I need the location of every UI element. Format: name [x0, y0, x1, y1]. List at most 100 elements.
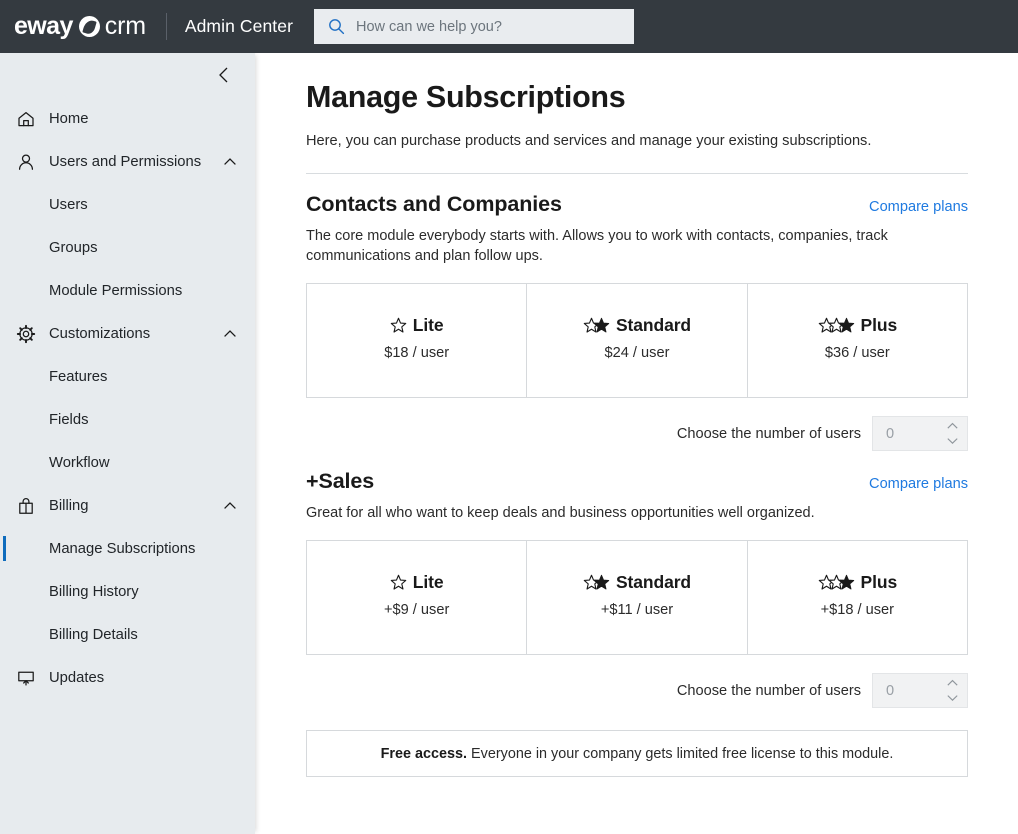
app-name-label: Admin Center	[184, 16, 294, 36]
sidebar-item-billing-details[interactable]: Billing Details	[0, 613, 255, 656]
sidebar-item-label: Billing Details	[49, 626, 138, 643]
section-title: Contacts and Companies	[306, 192, 562, 216]
plan-card-row: Lite $18 / user Standard $24 / user Plus $36 …	[306, 283, 968, 398]
sidebar-item-billing-history[interactable]: Billing History	[0, 570, 255, 613]
sidebar-item-customizations[interactable]: Customizations	[0, 312, 255, 355]
plan-card-lite[interactable]: Lite +$9 / user	[307, 541, 528, 654]
sidebar-item-users[interactable]: Users	[0, 183, 255, 226]
stepper-decrement-button[interactable]	[945, 434, 961, 449]
page-title: Manage Subscriptions	[306, 80, 626, 114]
chevron-down-icon	[947, 438, 958, 445]
user-count-label: Choose the number of users	[676, 425, 861, 442]
plan-tier-stars	[583, 315, 610, 335]
topbar-divider	[165, 13, 167, 40]
chevron-up-icon	[224, 157, 236, 165]
app-logo[interactable]: eway crm	[14, 0, 146, 53]
sidebar-item-label: Billing History	[49, 583, 139, 600]
plan-tier-stars	[583, 572, 610, 592]
plan-card-standard[interactable]: Standard +$11 / user	[527, 541, 748, 654]
sidebar-item-features[interactable]: Features	[0, 355, 255, 398]
sidebar-expand-toggle[interactable]	[221, 153, 239, 171]
main-content: Manage Subscriptions Here, you can purch…	[255, 53, 1018, 834]
plan-name-row: Standard	[527, 314, 746, 336]
user-count-input[interactable]	[873, 681, 943, 700]
search-icon	[329, 19, 345, 35]
compare-plans-link[interactable]: Compare plans	[869, 199, 968, 215]
chevron-down-icon	[947, 695, 958, 702]
search-input[interactable]	[356, 18, 616, 35]
sidebar-item-label: Home	[49, 110, 89, 127]
top-bar: eway crm Admin Center	[0, 0, 1018, 53]
plan-name: Standard	[615, 314, 692, 335]
sidebar-item-label: Billing	[49, 497, 89, 514]
plan-price: $36 / user	[824, 345, 890, 361]
logo-text-primary: eway	[14, 12, 73, 40]
gear-icon	[16, 324, 36, 343]
sidebar-item-manage-subscriptions[interactable]: Manage Subscriptions	[0, 527, 255, 570]
plan-card-plus[interactable]: Plus +$18 / user	[748, 541, 967, 654]
user-count-input[interactable]	[873, 424, 943, 443]
sidebar-item-updates[interactable]: Updates	[0, 656, 255, 699]
sidebar-item-workflow[interactable]: Workflow	[0, 441, 255, 484]
user-icon	[18, 153, 34, 170]
sidebar-collapse-row	[0, 53, 255, 97]
plan-tier-stars	[818, 572, 855, 592]
sidebar-item-label: Updates	[49, 669, 105, 686]
page-subtitle: Here, you can purchase products and serv…	[306, 133, 872, 149]
sidebar-item-home[interactable]: Home	[0, 97, 255, 140]
plan-price: $18 / user	[384, 345, 450, 361]
user-count-row: Choose the number of users	[306, 673, 968, 708]
user-icon	[16, 152, 36, 172]
sidebar-item-label: Fields	[49, 411, 89, 428]
sidebar-item-label: Users and Permissions	[49, 153, 202, 170]
eway-circle-mark-icon	[78, 16, 100, 37]
home-icon	[18, 111, 34, 126]
plan-card-standard[interactable]: Standard $24 / user	[527, 284, 748, 397]
stepper-increment-button[interactable]	[945, 676, 961, 691]
sidebar-item-label: Users	[49, 196, 88, 213]
plan-name-row: Standard	[527, 571, 746, 593]
stepper-increment-button[interactable]	[945, 419, 961, 434]
sidebar-collapse-button[interactable]	[211, 62, 237, 88]
global-search[interactable]	[314, 9, 634, 44]
plan-name-row: Lite	[307, 571, 526, 593]
sidebar-item-module-permissions[interactable]: Module Permissions	[0, 269, 255, 312]
sidebar-item-users-and-permissions[interactable]: Users and Permissions	[0, 140, 255, 183]
chevron-up-icon	[947, 422, 958, 429]
sidebar-expand-toggle[interactable]	[221, 325, 239, 343]
sidebar-item-billing[interactable]: Billing	[0, 484, 255, 527]
sidebar-item-label: Workflow	[49, 454, 110, 471]
plan-name: Plus	[860, 571, 898, 592]
user-count-stepper[interactable]	[872, 673, 968, 708]
free-access-banner: Free access. Everyone in your company ge…	[306, 730, 968, 777]
gear-icon	[16, 324, 36, 344]
plan-card-row: Lite +$9 / user Standard +$11 / user Plus +$1…	[306, 540, 968, 655]
monitor-update-icon	[18, 671, 34, 685]
section-header: +Sales Compare plans	[306, 469, 968, 494]
monitor-update-icon	[16, 668, 36, 688]
plan-name-row: Lite	[307, 314, 526, 336]
sidebar-item-groups[interactable]: Groups	[0, 226, 255, 269]
plan-card-plus[interactable]: Plus $36 / user	[748, 284, 967, 397]
section-header: Contacts and Companies Compare plans	[306, 192, 968, 217]
plan-price: +$11 / user	[600, 602, 674, 618]
chevron-up-icon	[224, 329, 236, 337]
section-description: The core module everybody starts with. A…	[306, 228, 888, 264]
stepper-decrement-button[interactable]	[945, 691, 961, 706]
star-outline-icon	[390, 317, 407, 333]
header-divider	[306, 173, 968, 174]
plan-tier-stars	[390, 572, 407, 592]
stepper-buttons	[943, 417, 967, 450]
user-count-stepper[interactable]	[872, 416, 968, 451]
plan-name: Lite	[412, 571, 444, 592]
compare-plans-link[interactable]: Compare plans	[869, 476, 968, 492]
plan-name-row: Plus	[748, 314, 967, 336]
sidebar-item-fields[interactable]: Fields	[0, 398, 255, 441]
user-count-row: Choose the number of users	[306, 416, 968, 451]
free-access-bold-label: Free access.	[380, 745, 468, 762]
sidebar-item-label: Features	[49, 368, 108, 385]
sidebar: Home Users and Permissions Users Groups Modu…	[0, 53, 255, 834]
sidebar-expand-toggle[interactable]	[221, 497, 239, 515]
plan-card-lite[interactable]: Lite $18 / user	[307, 284, 528, 397]
sidebar-item-label: Groups	[49, 239, 98, 256]
